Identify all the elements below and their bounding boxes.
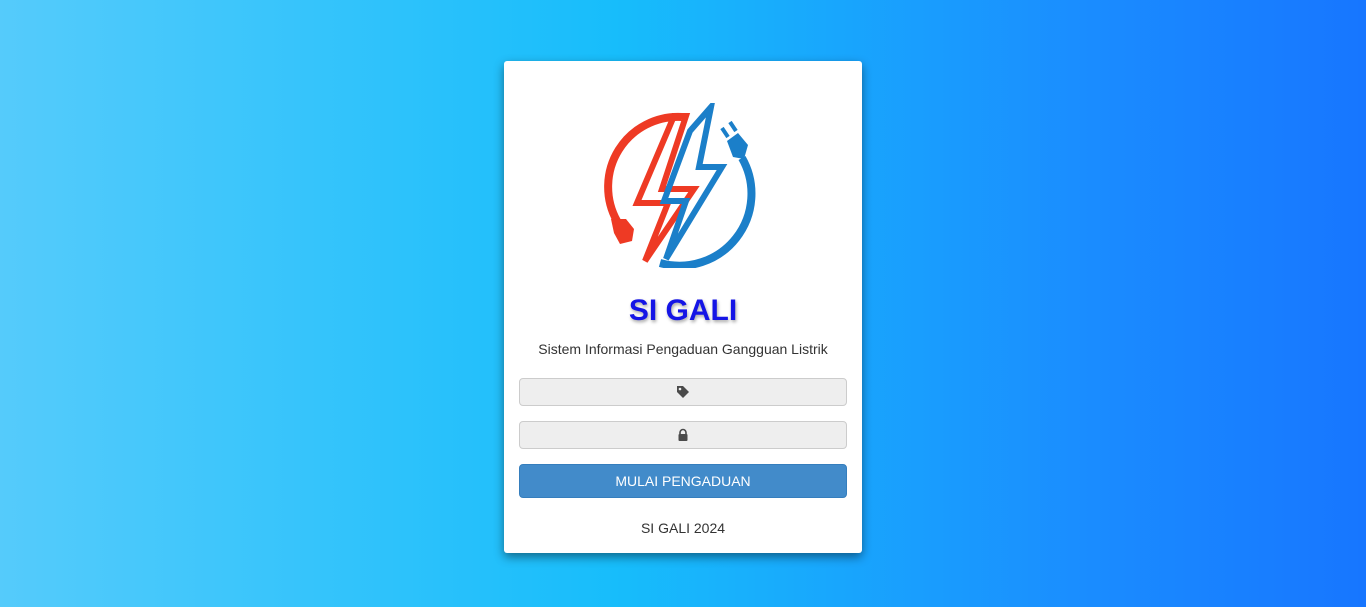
start-complaint-button[interactable]: MULAI PENGADUAN <box>519 464 847 498</box>
si-gali-logo <box>604 103 756 268</box>
app-title: SI GALI <box>628 294 738 327</box>
login-card: SI GALI Sistem Informasi Pengaduan Gangg… <box>504 61 862 553</box>
password-field[interactable] <box>519 421 847 449</box>
password-input[interactable] <box>520 422 846 448</box>
app-subtitle: Sistem Informasi Pengaduan Gangguan List… <box>538 341 828 357</box>
footer-text: SI GALI 2024 <box>640 520 726 536</box>
username-input[interactable] <box>520 379 846 405</box>
username-field[interactable] <box>519 378 847 406</box>
